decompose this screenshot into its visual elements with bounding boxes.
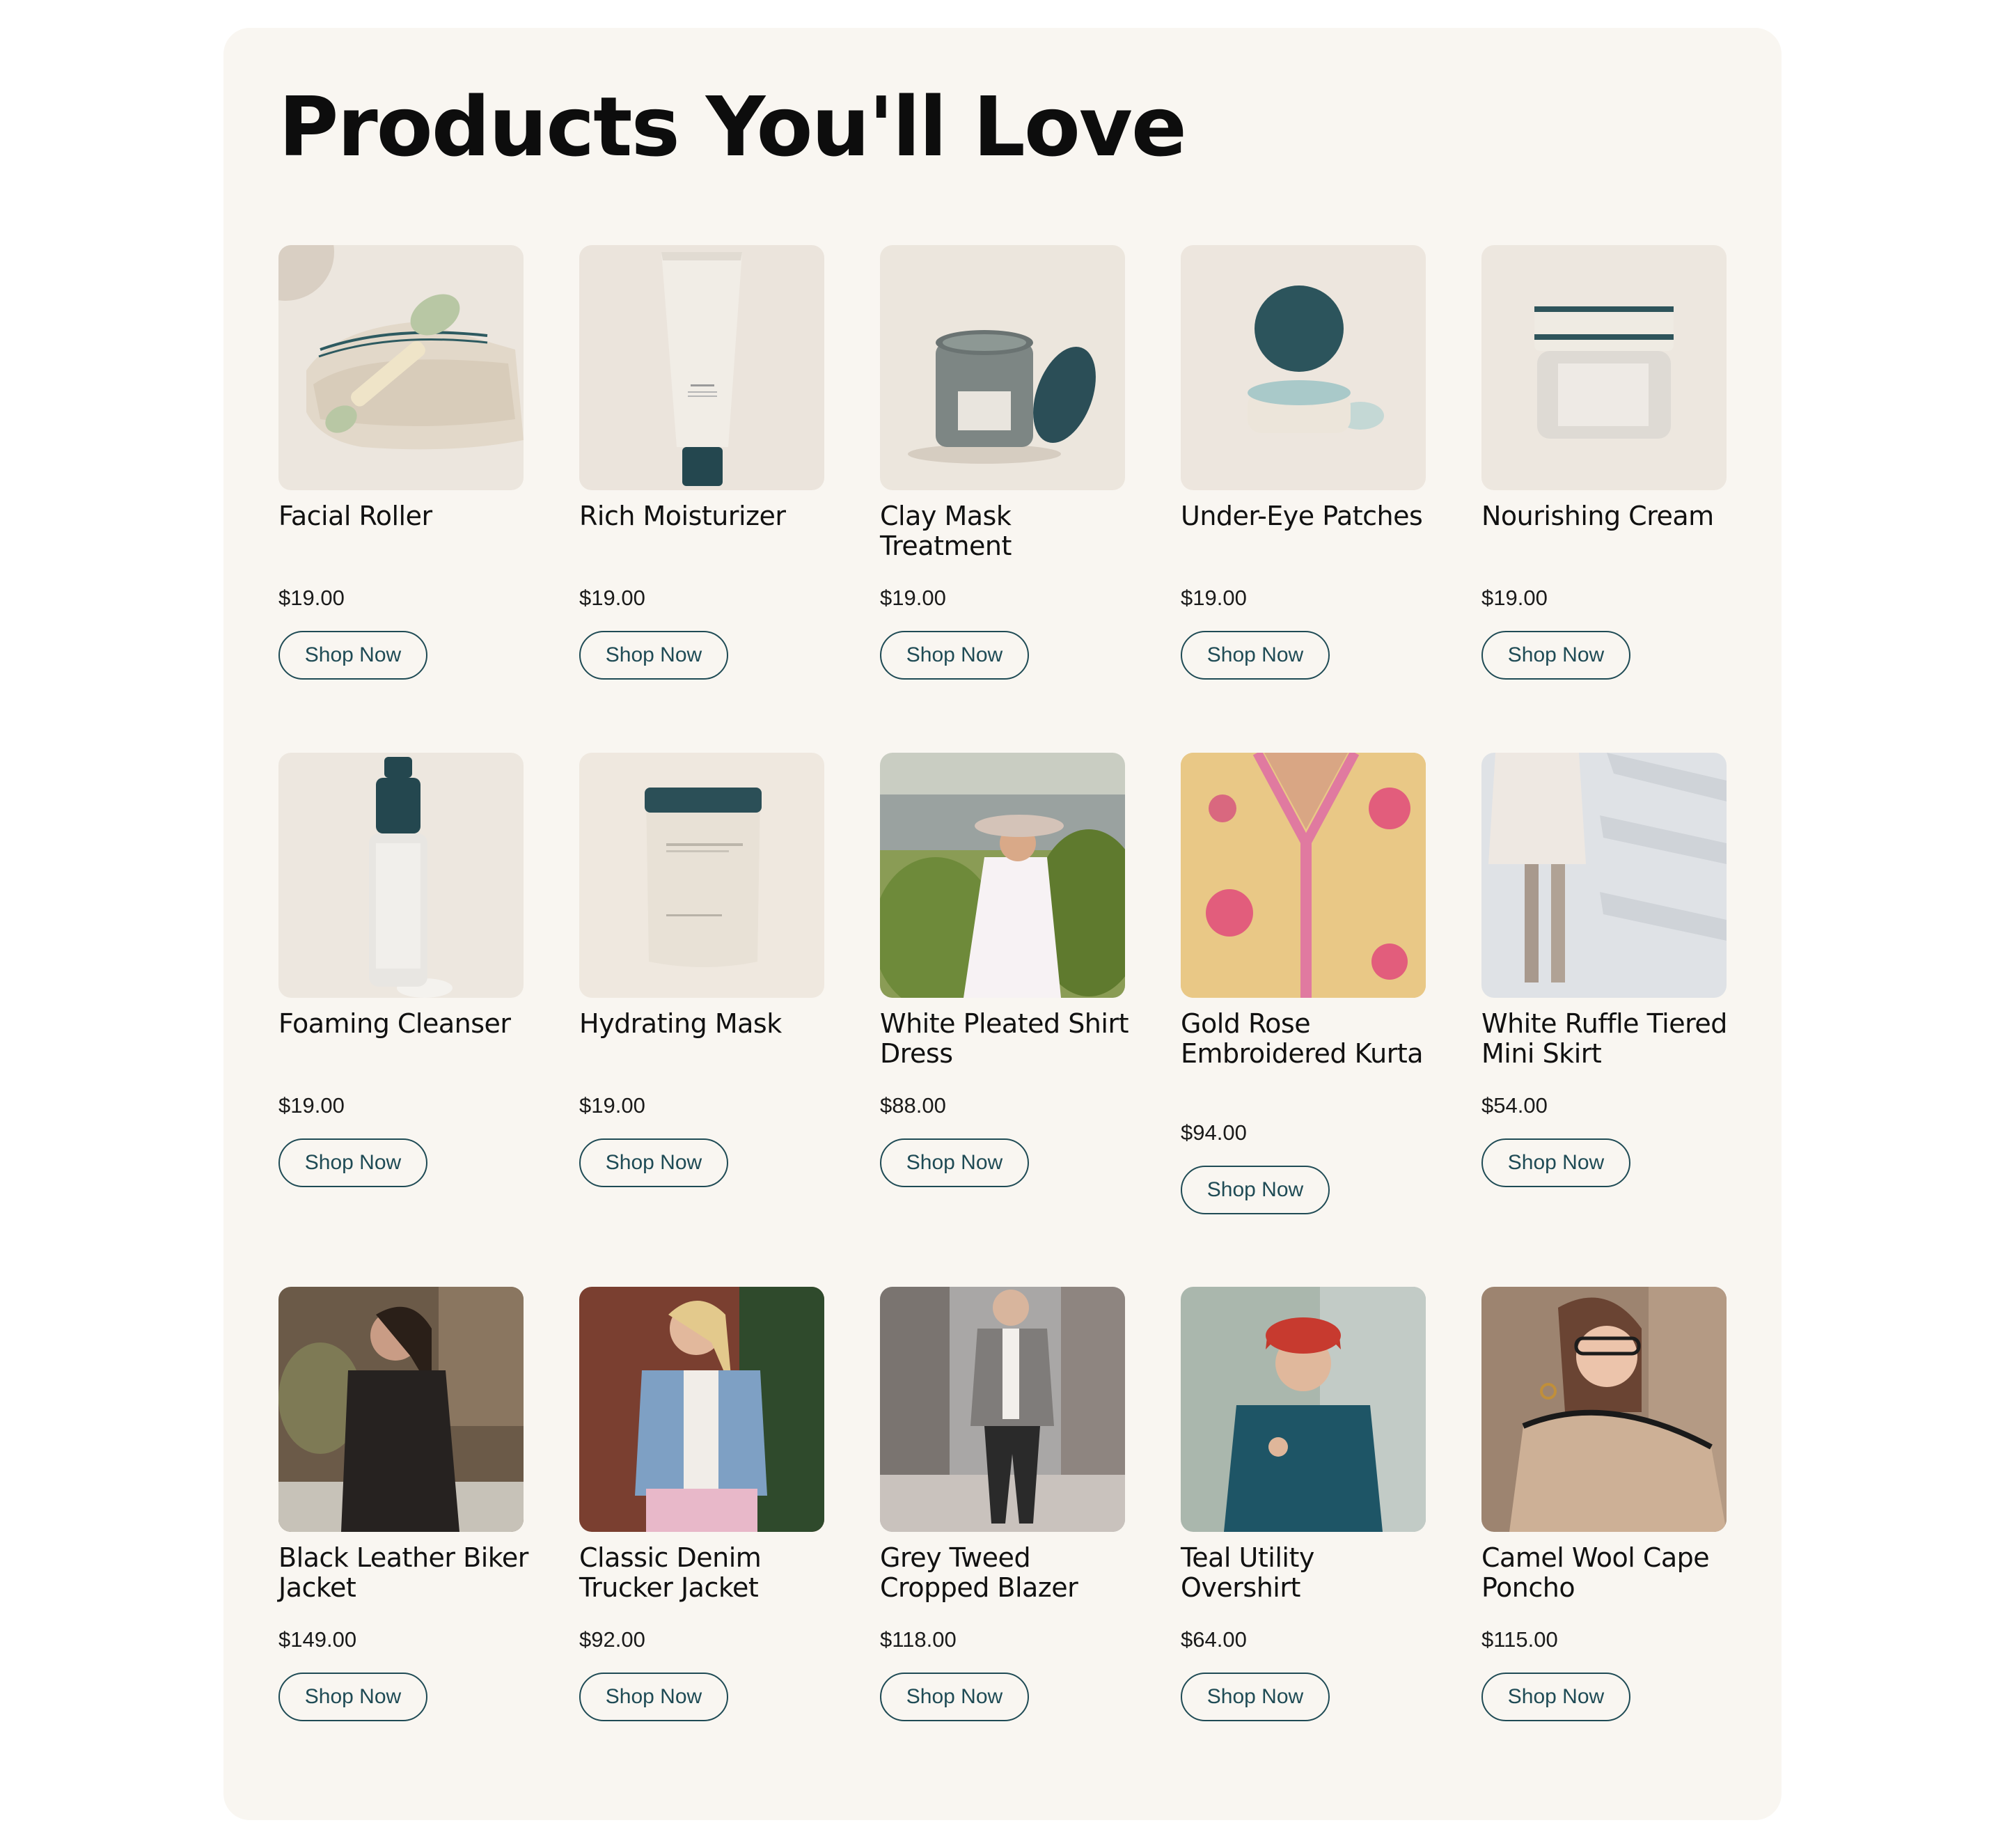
shop-now-button[interactable]: Shop Now <box>1481 1138 1630 1187</box>
product-price: $19.00 <box>1481 586 1548 610</box>
product-name: Teal Utility Overshirt <box>1181 1542 1314 1603</box>
product-image-classic-denim-jacket[interactable] <box>579 1287 824 1532</box>
product-name: White Ruffle Tiered Mini Skirt <box>1481 1008 1727 1069</box>
product-price: $54.00 <box>1481 1093 1548 1118</box>
product-name: Black Leather Biker Jacket <box>278 1542 528 1603</box>
product-name: Under-Eye Patches <box>1181 501 1423 531</box>
shop-now-button[interactable]: Shop Now <box>1481 631 1630 680</box>
product-image-white-ruffle-skirt[interactable] <box>1481 753 1727 998</box>
product-image-hydrating-mask[interactable] <box>579 753 824 998</box>
leather-jacket-photo <box>278 1287 524 1532</box>
product-card-white-ruffle-skirt: White Ruffle Tiered Mini Skirt $54.00 Sh… <box>1481 753 1727 1187</box>
product-card-under-eye-patches: Under-Eye Patches $19.00 Shop Now <box>1181 245 1426 680</box>
product-price: $19.00 <box>880 586 946 610</box>
shop-now-button[interactable]: Shop Now <box>1181 1166 1330 1214</box>
product-image-under-eye-patches[interactable] <box>1181 245 1426 490</box>
product-card-clay-mask: Clay Mask Treatment $19.00 Shop Now <box>880 245 1125 680</box>
shop-now-button[interactable]: Shop Now <box>278 631 427 680</box>
shop-now-button[interactable]: Shop Now <box>880 1673 1029 1721</box>
moisturizer-tube-photo <box>579 245 824 490</box>
shop-now-button[interactable]: Shop Now <box>1181 1673 1330 1721</box>
product-card-gold-rose-kurta: Gold Rose Embroidered Kurta $94.00 Shop … <box>1181 753 1426 1214</box>
product-price: $115.00 <box>1481 1627 1558 1652</box>
product-image-foaming-cleanser[interactable] <box>278 753 524 998</box>
shop-now-button[interactable]: Shop Now <box>278 1138 427 1187</box>
product-price: $118.00 <box>880 1627 957 1652</box>
shop-now-button[interactable]: Shop Now <box>1181 631 1330 680</box>
shop-now-button[interactable]: Shop Now <box>880 631 1029 680</box>
product-name: Hydrating Mask <box>579 1008 782 1039</box>
product-image-grey-tweed-blazer[interactable] <box>880 1287 1125 1532</box>
teal-overshirt-photo <box>1181 1287 1426 1532</box>
product-price: $19.00 <box>579 1093 645 1118</box>
product-price: $92.00 <box>579 1627 645 1652</box>
product-name: Camel Wool Cape Poncho <box>1481 1542 1710 1603</box>
product-image-teal-utility-overshirt[interactable] <box>1181 1287 1426 1532</box>
product-name: Classic Denim Trucker Jacket <box>579 1542 762 1603</box>
product-name: Facial Roller <box>278 501 432 531</box>
tweed-blazer-photo <box>880 1287 1125 1532</box>
product-card-white-pleated-shirt-dress: White Pleated Shirt Dress $88.00 Shop No… <box>880 753 1129 1187</box>
product-price: $149.00 <box>278 1627 357 1652</box>
camel-cape-photo <box>1481 1287 1727 1532</box>
product-price: $64.00 <box>1181 1627 1247 1652</box>
product-card-rich-moisturizer: Rich Moisturizer $19.00 Shop Now <box>579 245 824 680</box>
shop-now-button[interactable]: Shop Now <box>579 1138 728 1187</box>
product-name: Grey Tweed Cropped Blazer <box>880 1542 1078 1603</box>
product-image-white-pleated-shirt-dress[interactable] <box>880 753 1125 998</box>
product-price: $19.00 <box>278 586 345 610</box>
product-image-camel-wool-cape[interactable] <box>1481 1287 1727 1532</box>
clay-mask-jar-photo <box>880 245 1125 490</box>
product-name: Foaming Cleanser <box>278 1008 511 1039</box>
denim-jacket-photo <box>579 1287 824 1532</box>
product-image-facial-roller[interactable] <box>278 245 524 490</box>
product-image-nourishing-cream[interactable] <box>1481 245 1727 490</box>
shop-now-button[interactable]: Shop Now <box>1481 1673 1630 1721</box>
product-card-hydrating-mask: Hydrating Mask $19.00 Shop Now <box>579 753 824 1187</box>
product-price: $19.00 <box>1181 586 1247 610</box>
product-card-grey-tweed-blazer: Grey Tweed Cropped Blazer $118.00 Shop N… <box>880 1287 1125 1721</box>
product-card-foaming-cleanser: Foaming Cleanser $19.00 Shop Now <box>278 753 524 1187</box>
product-name: Clay Mask Treatment <box>880 501 1012 561</box>
kurta-photo <box>1181 753 1426 998</box>
product-name: White Pleated Shirt Dress <box>880 1008 1129 1069</box>
cream-jar-photo <box>1481 245 1727 490</box>
product-card-classic-denim-jacket: Classic Denim Trucker Jacket $92.00 Shop… <box>579 1287 824 1721</box>
cleanser-bottle-photo <box>278 753 524 998</box>
product-price: $94.00 <box>1181 1120 1247 1145</box>
eye-patches-jar-photo <box>1181 245 1426 490</box>
product-name: Rich Moisturizer <box>579 501 786 531</box>
ruffle-skirt-photo <box>1481 753 1727 998</box>
shop-now-button[interactable]: Shop Now <box>579 1673 728 1721</box>
product-image-black-leather-jacket[interactable] <box>278 1287 524 1532</box>
shop-now-button[interactable]: Shop Now <box>278 1673 427 1721</box>
product-card-black-leather-jacket: Black Leather Biker Jacket $149.00 Shop … <box>278 1287 528 1721</box>
section-title: Products You'll Love <box>278 79 1187 175</box>
product-price: $19.00 <box>278 1093 345 1118</box>
product-name: Gold Rose Embroidered Kurta <box>1181 1008 1424 1069</box>
shop-now-button[interactable]: Shop Now <box>880 1138 1029 1187</box>
product-price: $88.00 <box>880 1093 946 1118</box>
product-card-facial-roller: Facial Roller $19.00 Shop Now <box>278 245 524 680</box>
mask-pouch-photo <box>579 753 824 998</box>
product-image-gold-rose-kurta[interactable] <box>1181 753 1426 998</box>
product-image-clay-mask[interactable] <box>880 245 1125 490</box>
product-card-camel-wool-cape: Camel Wool Cape Poncho $115.00 Shop Now <box>1481 1287 1727 1721</box>
shirt-dress-photo <box>880 753 1125 998</box>
product-name: Nourishing Cream <box>1481 501 1714 531</box>
product-card-nourishing-cream: Nourishing Cream $19.00 Shop Now <box>1481 245 1727 680</box>
facial-roller-photo <box>278 245 524 490</box>
product-card-teal-utility-overshirt: Teal Utility Overshirt $64.00 Shop Now <box>1181 1287 1426 1721</box>
product-price: $19.00 <box>579 586 645 610</box>
shop-now-button[interactable]: Shop Now <box>579 631 728 680</box>
product-image-rich-moisturizer[interactable] <box>579 245 824 490</box>
